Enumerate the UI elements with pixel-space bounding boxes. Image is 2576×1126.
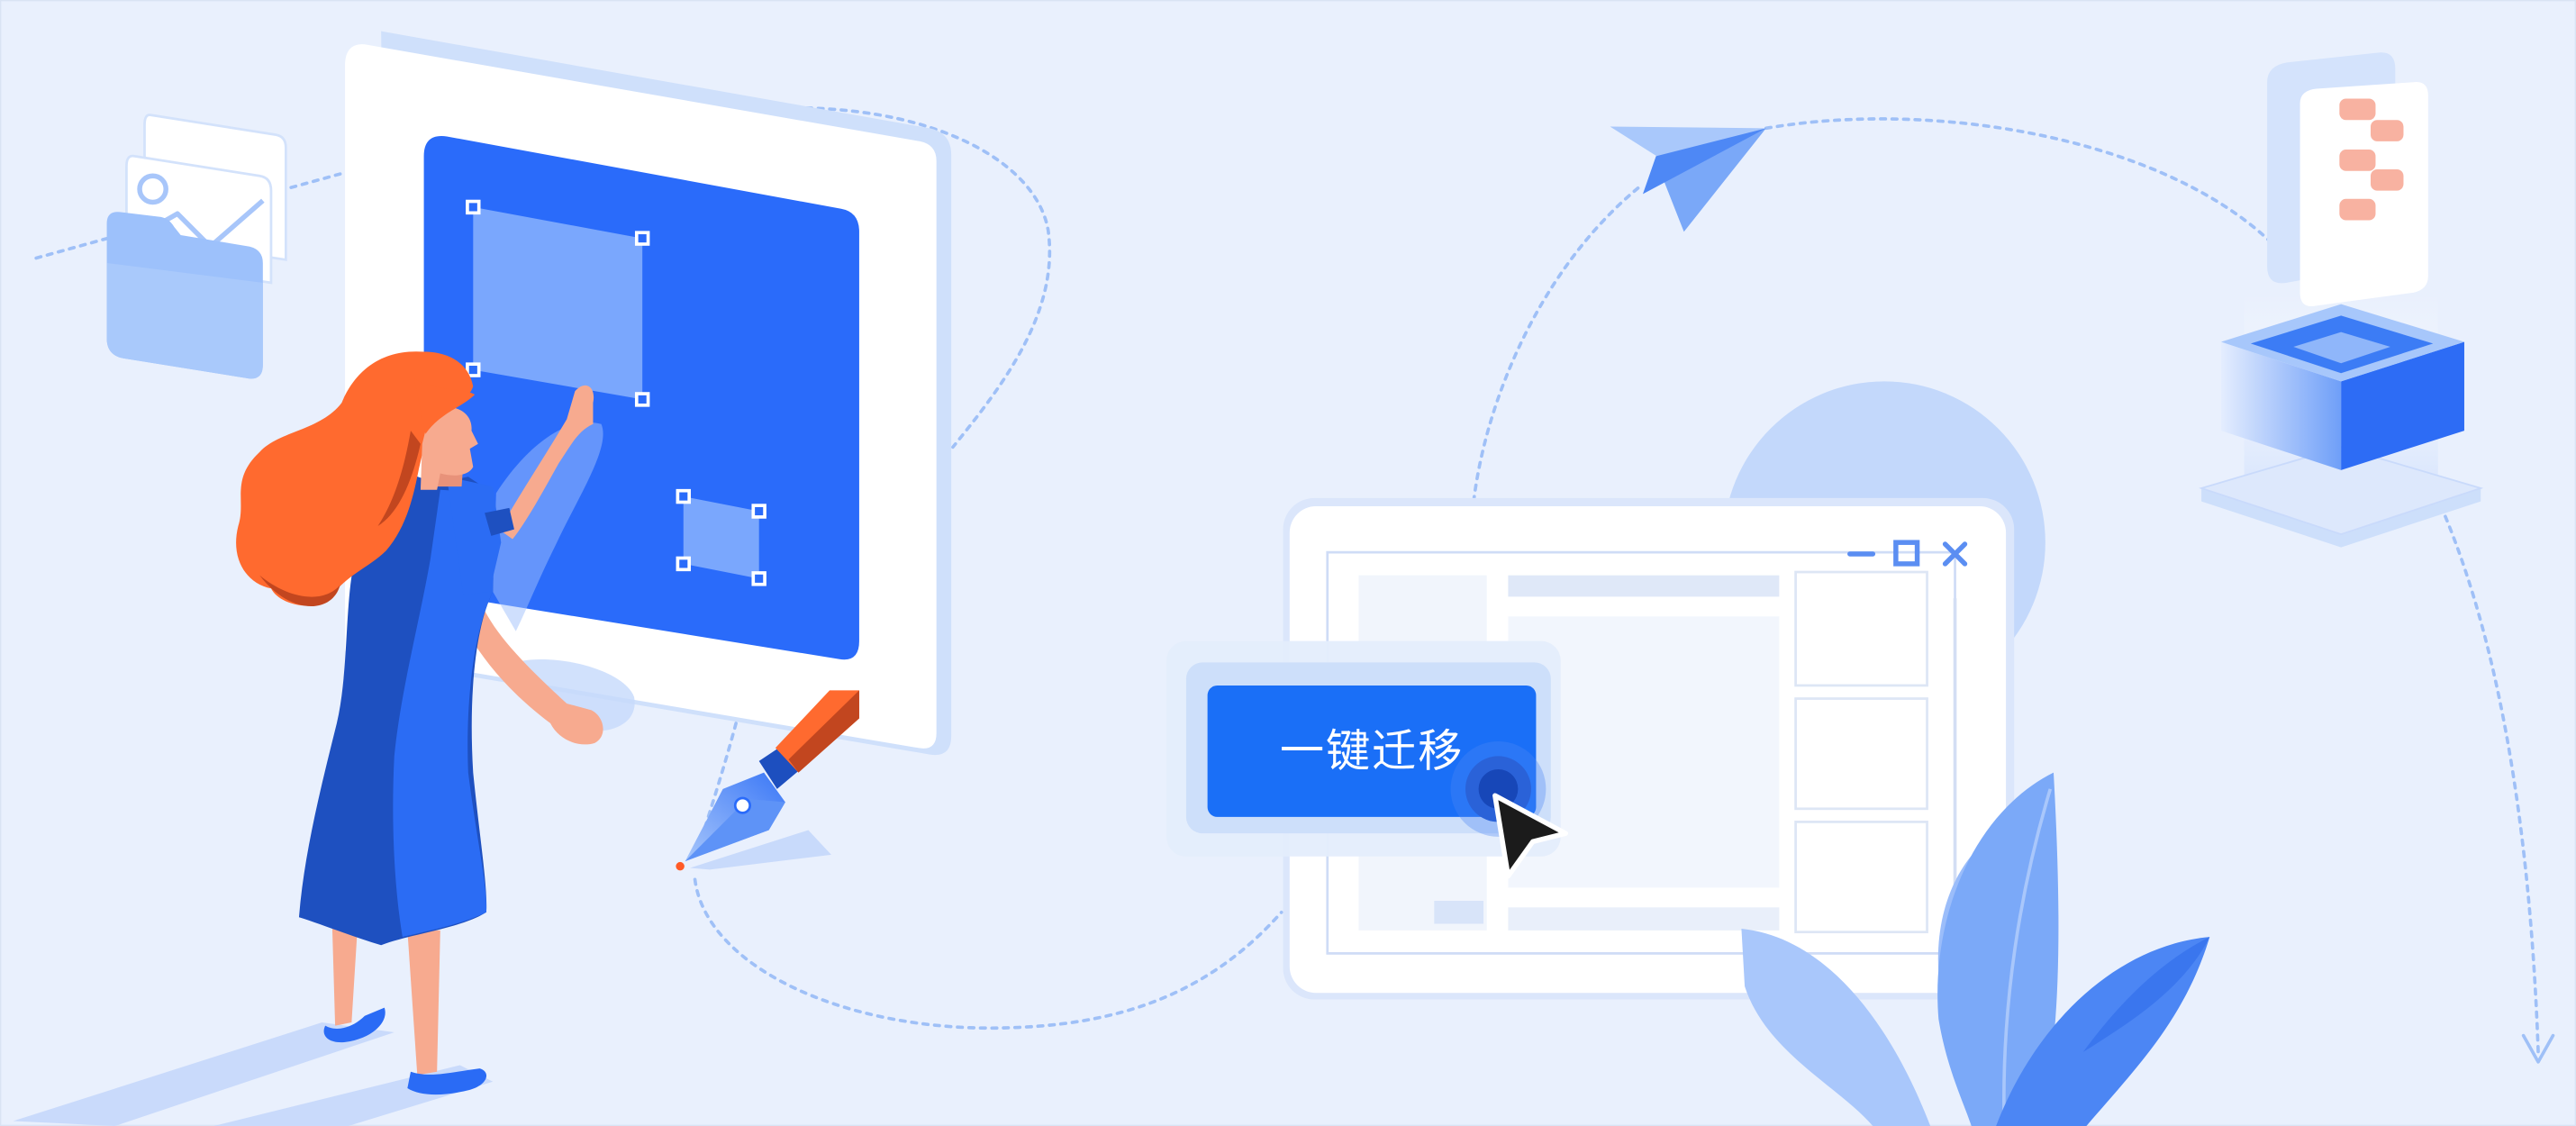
window-footer-bar — [1508, 907, 1780, 931]
migrate-button-label[interactable]: 一键迁移 — [1280, 724, 1464, 776]
zip-block — [2339, 150, 2376, 171]
window-card — [1794, 570, 1928, 687]
selection-box-small — [676, 488, 766, 586]
zip-block — [2339, 98, 2376, 121]
pen-nib-hole — [733, 796, 752, 814]
selection-handle — [634, 231, 650, 246]
window-header-bar — [1508, 575, 1780, 597]
pen-anchor-point — [676, 861, 685, 871]
zip-block — [2371, 120, 2404, 141]
zip-block — [2371, 168, 2404, 191]
window-card — [1794, 697, 1928, 811]
selection-fill — [473, 206, 643, 400]
selection-handle — [751, 571, 766, 586]
selection-handle — [676, 488, 691, 504]
migration-banner-illustration: 一键迁移 — [0, 0, 2576, 1126]
selection-handle — [466, 199, 481, 215]
selection-handle — [676, 556, 691, 572]
selection-handle — [466, 362, 481, 377]
zip-block — [2339, 198, 2376, 221]
window-card — [1794, 821, 1928, 934]
window-sidebar-item — [1434, 901, 1484, 924]
selection-handle — [751, 504, 766, 519]
document-icon — [2267, 52, 2428, 307]
selection-handle — [634, 392, 650, 407]
